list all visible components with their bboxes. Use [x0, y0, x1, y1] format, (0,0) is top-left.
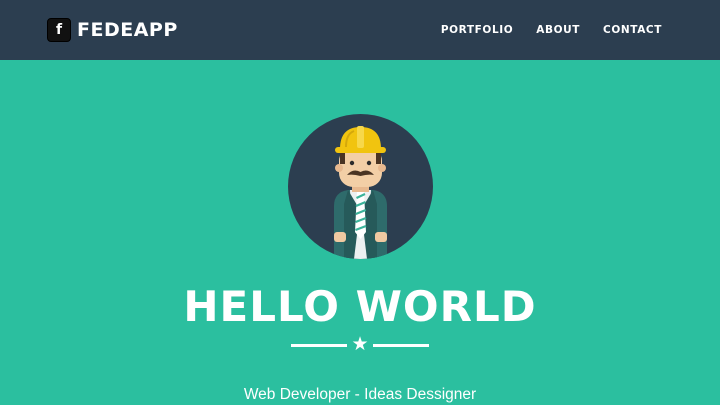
- nav-link-about[interactable]: ABOUT: [536, 24, 580, 36]
- nav-link-portfolio[interactable]: PORTFOLIO: [441, 24, 513, 36]
- brand-name: FEDEAPP: [77, 19, 178, 41]
- nav-link-contact[interactable]: CONTACT: [603, 24, 662, 36]
- divider-line-right: [373, 344, 429, 347]
- builder-avatar-illustration: [334, 126, 387, 259]
- hero-headline: HELLO WORLD: [183, 282, 537, 331]
- nav-links: PORTFOLIO ABOUT CONTACT: [441, 0, 662, 60]
- hero-tagline: Web Developer - Ideas Dessigner: [243, 385, 477, 403]
- star-icon: ★: [351, 333, 369, 355]
- divider-line-left: [291, 344, 347, 347]
- facebook-icon: f: [47, 18, 71, 42]
- top-navbar: f FEDEAPP PORTFOLIO ABOUT CONTACT: [0, 0, 720, 60]
- star-divider: ★: [291, 333, 429, 355]
- brand-link[interactable]: f FEDEAPP: [47, 18, 178, 42]
- builder-avatar-icon: [288, 114, 433, 259]
- hero-section: HELLO WORLD ★ Web Developer - Ideas Dess…: [0, 60, 720, 405]
